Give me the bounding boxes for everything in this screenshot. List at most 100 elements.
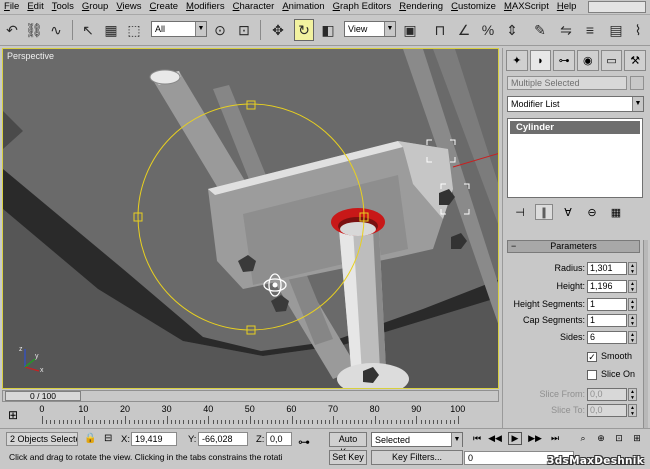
zoom-extents-icon[interactable]: ⊡ [612,432,626,445]
pin-stack-icon[interactable]: ⊣ [511,204,529,220]
mirror-icon[interactable]: ⇋ [556,19,576,41]
menu-maxscript[interactable]: MAXScript [500,0,553,14]
menu-graph-editors[interactable]: Graph Editors [329,0,396,14]
spinner-icon[interactable]: ▲ ▼ [628,404,637,417]
track-bar-minor-tick [354,420,355,424]
spinner-icon[interactable]: ▲ ▼ [628,298,637,311]
move-icon[interactable]: ✥ [268,19,288,41]
spinner-icon[interactable]: ▲ ▼ [628,331,637,344]
viewport-label[interactable]: Perspective [7,51,54,61]
modify-tab-icon[interactable]: ◗ [529,50,552,71]
height-input[interactable]: 1,196 [587,280,627,293]
smooth-checkbox[interactable]: ✓ [587,352,597,362]
menu-edit[interactable]: Edit [23,0,47,14]
snap-toggle-icon[interactable]: ⊓ [430,19,450,41]
time-slider[interactable]: 0 / 100 [2,390,499,402]
make-unique-icon[interactable]: ∀ [559,204,577,220]
selection-filter-dropdown[interactable]: All ▼ [151,21,207,37]
rotate-icon[interactable]: ↻ [294,19,314,41]
select-move-icon[interactable]: ⊙ [210,19,230,41]
pivot-center-icon[interactable]: ▣ [400,19,420,41]
key-filters-button[interactable]: Key Filters... [371,450,463,465]
percent-snap-icon[interactable]: % [478,19,498,41]
rollout-header[interactable]: − Parameters [507,240,640,253]
slice-from-input[interactable]: 0,0 [587,388,627,401]
menu-customize[interactable]: Customize [447,0,500,14]
absolute-mode-icon[interactable]: ⊟ [104,433,112,444]
time-slider-thumb[interactable]: 0 / 100 [5,391,81,401]
perspective-viewport[interactable]: Perspective z y x [2,48,499,389]
x-coordinate-input[interactable]: 19,419 [131,432,177,446]
utilities-tab-icon[interactable]: ⚒ [624,50,647,71]
lock-icon[interactable]: 🔒 [84,433,96,444]
select-object-icon[interactable]: ↖ [78,19,98,41]
object-name-field[interactable]: Multiple Selected [507,76,627,90]
menu-views[interactable]: Views [112,0,145,14]
selection-region-icon[interactable]: ⬚ [124,19,144,41]
panel-scrollbar[interactable] [643,240,648,428]
track-view-icon[interactable]: ⊞ [8,408,18,422]
spinner-snap-icon[interactable]: ⇕ [502,19,522,41]
command-search-field[interactable] [588,1,646,13]
radius-input[interactable]: 1,301 [587,262,627,275]
align-icon[interactable]: ≡ [580,19,600,41]
cap-segments-input[interactable]: 1 [587,314,627,327]
layer-manager-icon[interactable]: ▤ [606,19,626,41]
configure-sets-icon[interactable]: ▦ [607,204,625,220]
menu-modifiers[interactable]: Modifiers [182,0,229,14]
modifier-stack[interactable]: Cylinder [507,118,643,198]
next-frame-icon[interactable]: ▶▶ [528,432,542,445]
undo-icon[interactable]: ↶ [2,19,22,41]
motion-tab-icon[interactable]: ◉ [577,50,599,71]
sides-input[interactable]: 6 [587,331,627,344]
chevron-down-icon: ▼ [195,22,206,36]
previous-frame-icon[interactable]: ◀◀ [488,432,502,445]
menu-character[interactable]: Character [229,0,279,14]
go-to-start-icon[interactable]: ⏮ [470,432,484,445]
display-tab-icon[interactable]: ▭ [600,50,623,71]
show-end-result-icon[interactable]: ∥ [535,204,553,220]
menu-create[interactable]: Create [146,0,183,14]
remove-modifier-icon[interactable]: ⊖ [583,204,601,220]
height-segments-input[interactable]: 1 [587,298,627,311]
zoom-extents-all-icon[interactable]: ⊞ [630,432,644,445]
curve-editor-icon[interactable]: ⌇ [628,19,648,41]
spinner-icon[interactable]: ▲ ▼ [628,314,637,327]
zoom-icon[interactable]: ⌕ [576,432,590,445]
slice-to-input[interactable]: 0,0 [587,404,627,417]
spinner-icon[interactable]: ▲ ▼ [628,388,637,401]
key-mode-dropdown[interactable]: Selected ▼ [371,432,463,447]
scale-icon[interactable]: ◧ [318,19,338,41]
spinner-icon[interactable]: ▲ ▼ [628,262,637,275]
z-coordinate-input[interactable]: 0,0 [266,432,292,446]
y-coordinate-input[interactable]: -66,028 [198,432,248,446]
set-key-button[interactable]: Set Key [329,450,367,465]
track-bar[interactable]: ⊞ 0 10 20 30 40 50 60 70 80 90 100 [2,404,499,426]
menu-file[interactable]: File [0,0,23,14]
slice-on-checkbox[interactable] [587,370,597,380]
status-bar: 2 Objects Selecte 🔒 ⊟ X: 19,419 Y: -66,0… [0,428,650,469]
menu-rendering[interactable]: Rendering [395,0,447,14]
angle-snap-icon[interactable]: ∠ [454,19,474,41]
menu-tools[interactable]: Tools [48,0,78,14]
go-to-end-icon[interactable]: ⏭ [548,432,562,445]
play-icon[interactable]: ▶ [508,432,522,445]
select-link-icon[interactable]: ⛓ [24,19,44,41]
reference-coordinate-dropdown[interactable]: View ▼ [344,21,396,37]
menu-help[interactable]: Help [553,0,581,14]
modifier-list-dropdown[interactable]: Modifier List ▼ [507,96,644,112]
select-by-name-icon[interactable]: ▦ [101,19,121,41]
create-tab-icon[interactable]: ✦ [506,50,528,71]
named-selection-icon[interactable]: ✎ [530,19,550,41]
menu-animation[interactable]: Animation [278,0,328,14]
zoom-all-icon[interactable]: ⊕ [594,432,608,445]
spinner-icon[interactable]: ▲ ▼ [628,280,637,293]
bind-spacewarp-icon[interactable]: ∿ [46,19,66,41]
auto-key-button[interactable]: Auto Key [329,432,367,457]
stack-item-cylinder[interactable]: Cylinder [510,121,640,134]
menu-group[interactable]: Group [78,0,112,14]
object-color-swatch[interactable] [630,76,644,90]
axis-z-label: z [19,346,23,353]
window-crossing-icon[interactable]: ⊡ [234,19,254,41]
hierarchy-tab-icon[interactable]: ⊶ [553,50,576,71]
